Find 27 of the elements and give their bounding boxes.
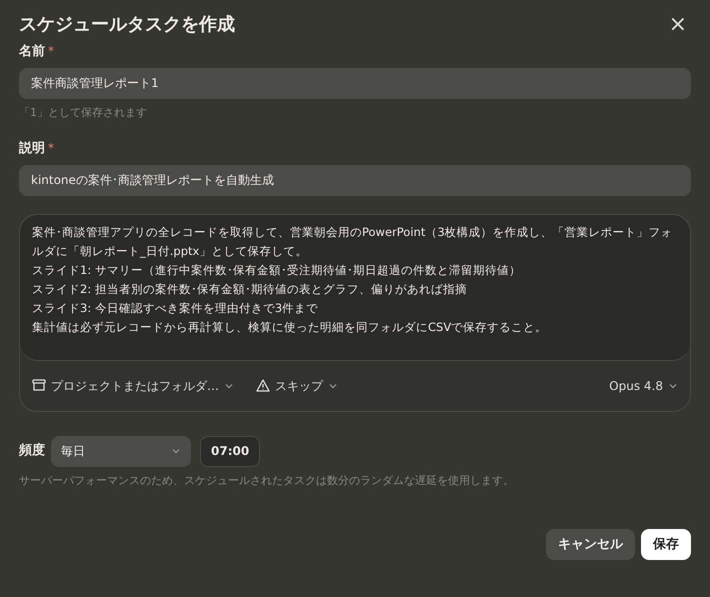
prompt-line: 集計値は必ず元レコードから再計算し、検算に使った明細を同フォルダにCSVで保存すること。 xyxy=(32,318,548,336)
close-button[interactable]: × xyxy=(664,14,691,36)
tray-icon xyxy=(32,379,46,392)
prompt-line: スライド3: 今日確認すべき案件を理由付きで3件まで xyxy=(32,300,320,316)
field-label: 頻度 xyxy=(19,442,45,460)
chevron-down-icon xyxy=(171,446,181,456)
description-input[interactable]: kintoneの案件･商談管理レポートを自動生成 xyxy=(19,164,691,196)
hint-text: 「1」として保存されます xyxy=(19,104,148,120)
prompt-line: スライド1: サマリー（進行中案件数･保有金額･受注期待値･期日超過の件数と滞留期待値） xyxy=(32,262,522,278)
frequency-select[interactable]: 毎日 xyxy=(51,436,191,466)
prompt-line: 案件･商談管理アプリの全レコードを取得して、営業朝会用のPowerPoint（3枚構成）を作成し、「営業レポート」フォルダに「朝レポート_日付.pptx」として保存して。 xyxy=(32,224,674,260)
required-asterisk: * xyxy=(48,140,54,157)
permission-dropdown[interactable]: スキップ xyxy=(256,376,338,394)
name-input[interactable]: 案件商談管理レポート1 xyxy=(19,68,691,98)
prompt-field[interactable] xyxy=(20,214,690,360)
note-text: サーバーパフォーマンスのため、スケジュールされたタスクは数分のランダムな遅延を使用します。 xyxy=(19,472,515,488)
folder-dropdown[interactable]: プロジェクトまたはフォルダ… xyxy=(32,376,234,394)
required-asterisk: * xyxy=(48,43,54,60)
warning-icon xyxy=(256,379,270,392)
cancel-button[interactable]: キャンセル xyxy=(546,529,635,560)
model-dropdown[interactable]: Opus 4.8 xyxy=(609,376,678,394)
dialog-title: スケジュールタスクを作成 xyxy=(19,14,235,36)
save-button[interactable]: 保存 xyxy=(641,529,691,560)
field-label: 名前 xyxy=(19,43,45,61)
prompt-line: スライド2: 担当者別の案件数･保有金額･期待値の表とグラフ、偏りがあれば指摘 xyxy=(32,280,468,298)
time-input[interactable]: 07:00 xyxy=(200,436,260,466)
field-label: 説明 xyxy=(19,140,45,158)
